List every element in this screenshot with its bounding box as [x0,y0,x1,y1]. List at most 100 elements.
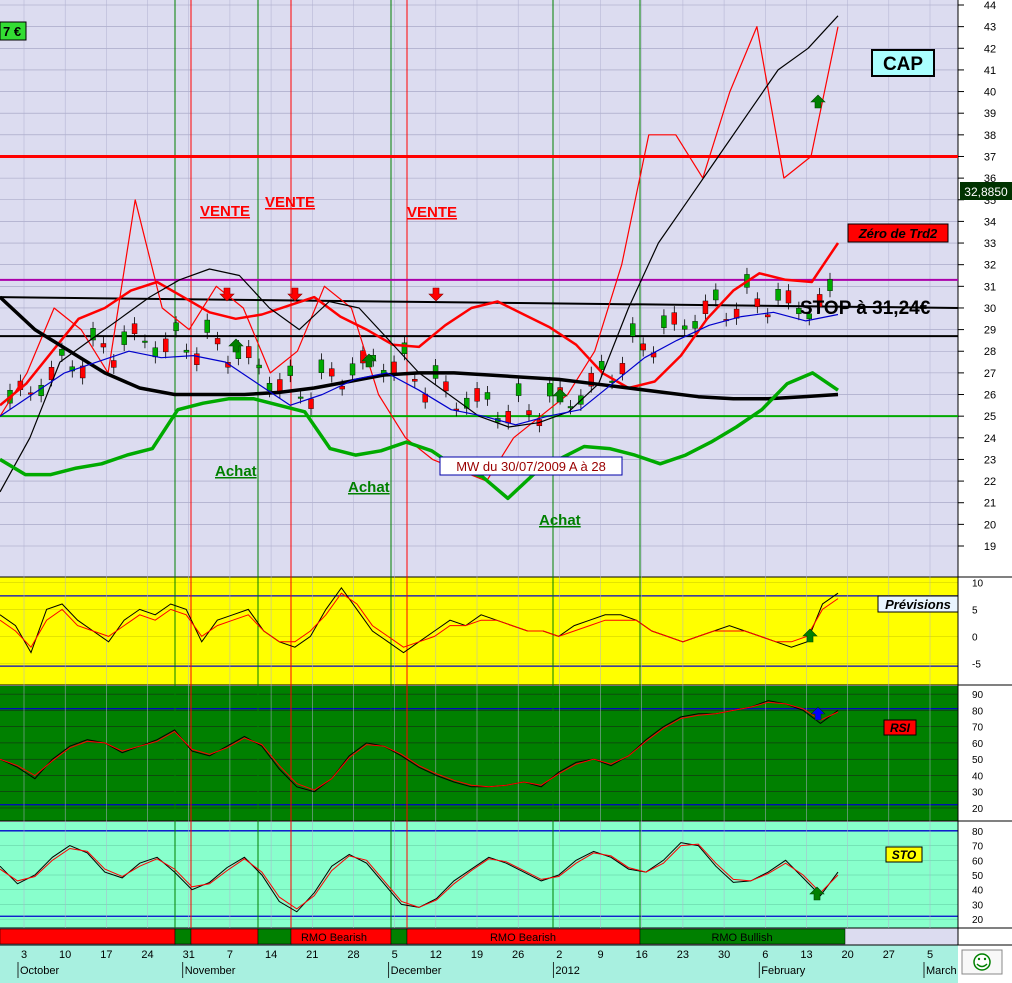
sto-badge: STO [885,846,923,863]
candle-body [59,348,65,356]
x-tick-label: 26 [512,949,524,961]
last-price-text: 32,8850 [964,185,1008,199]
candle-body [256,364,262,369]
y-tick-label: 28 [984,346,996,358]
candle-body [775,289,781,301]
y-tick-label: 23 [984,454,996,466]
cap-badge: CAP [871,49,935,77]
month-label: 2012 [555,965,579,977]
x-tick-label: 10 [59,949,71,961]
previsions-badge: Prévisions [877,595,959,613]
x-tick-label: 19 [471,949,483,961]
candle-body [484,392,491,400]
rmo-segment [390,928,408,945]
candle-body [131,323,138,335]
y-tick-label: 26 [984,390,996,402]
x-tick-label: 5 [392,949,398,961]
candle-body [297,396,304,399]
candle-body [474,388,480,402]
month-label: March [926,965,957,977]
candle-body [505,411,511,424]
x-tick-label: 31 [183,949,195,961]
price-panel-bg [0,0,958,577]
y-tick-label: 20 [972,804,984,815]
right-axis-bg [958,0,1012,983]
smiley-icon[interactable] [961,949,1003,975]
y-tick-label: 40 [972,771,984,782]
y-tick-label: 60 [972,856,984,867]
candle-body [173,322,179,332]
candle-body [412,379,418,382]
x-tick-label: 3 [21,949,27,961]
y-tick-label: 19 [984,541,996,553]
rsi-panel-bg [0,686,958,821]
month-label: February [761,965,806,977]
x-tick-label: 24 [141,949,153,961]
candle-body [162,338,169,353]
sell-label-1: VENTE [200,203,250,220]
x-tick-label: 28 [347,949,359,961]
sto-text: STO [892,848,917,862]
rmo-bar: RMO Bearish RMO Bearish RMO Bullish [0,928,846,945]
y-tick-label: 24 [984,433,996,445]
rsi-text: RSI [890,721,911,735]
y-tick-label: -5 [972,659,981,670]
candle-body [100,343,107,348]
month-label: November [185,965,236,977]
y-tick-label: 5 [972,605,978,616]
stock-chart: RMO Bearish RMO Bearish RMO Bullish 192021… [0,0,1012,983]
cap-badge-text: CAP [883,54,923,75]
candle-body [547,383,553,397]
y-tick-label: 30 [984,303,996,315]
x-tick-label: 27 [883,949,895,961]
candle-body [111,360,117,368]
candle-body [443,381,449,392]
x-tick-label: 23 [677,949,689,961]
y-tick-label: 70 [972,723,984,734]
rmo-segment [257,928,292,945]
rmo-segment [0,928,176,945]
x-tick-label: 9 [597,949,603,961]
signal-note: MW du 30/07/2009 A à 28 [439,456,623,476]
candle-body [287,365,293,376]
x-tick-label: 30 [718,949,730,961]
y-tick-label: 10 [972,578,984,589]
y-tick-label: 25 [984,411,996,423]
rmo-label: RMO Bearish [490,932,556,944]
y-tick-label: 80 [972,827,984,838]
candle-body [121,331,127,345]
rmo-label: RMO Bullish [711,932,772,944]
corner-badge-text: 7 € [3,24,21,39]
y-tick-label: 21 [984,498,996,510]
x-tick-label: 12 [430,949,442,961]
x-tick-label: 6 [762,949,768,961]
previsions-panel-bg [0,577,958,685]
candle-body [266,382,273,391]
candle-body [246,346,252,359]
candle-body [214,338,221,345]
x-tick-label: 20 [842,949,854,961]
previsions-text: Prévisions [885,597,951,612]
candle-body [827,279,833,291]
y-tick-label: 42 [984,43,996,55]
y-tick-label: 44 [984,0,996,12]
sell-label-3: VENTE [407,204,457,221]
y-tick-label: 90 [972,690,984,701]
rmo-segment [190,928,259,945]
y-tick-label: 27 [984,368,996,380]
y-tick-label: 20 [984,519,996,531]
zero-trd2-text: Zéro de Trd2 [858,226,938,241]
candle-body [630,323,636,337]
month-label: October [20,965,59,977]
y-tick-label: 41 [984,65,996,77]
candle-body [713,289,719,301]
stop-label: STOP à 31,24€ [800,298,931,319]
rmo-segment [174,928,192,945]
y-tick-label: 39 [984,108,996,120]
y-tick-label: 50 [972,755,984,766]
x-tick-label: 7 [227,949,233,961]
month-label: December [391,965,442,977]
sell-label-2: VENTE [265,194,315,211]
buy-label-3: Achat [539,512,581,529]
y-tick-label: 50 [972,871,984,882]
